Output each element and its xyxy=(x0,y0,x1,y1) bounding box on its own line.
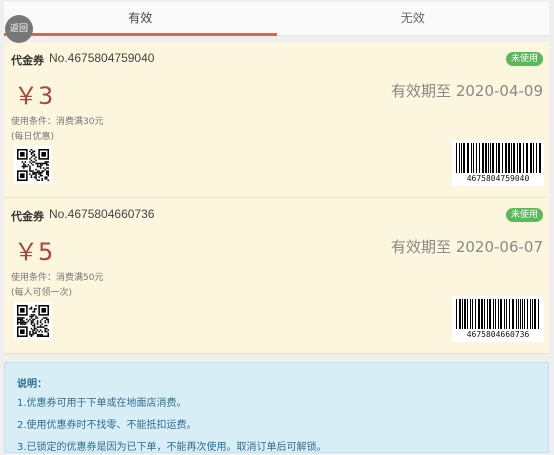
tab-valid[interactable]: 有效 xyxy=(4,2,277,36)
instruction-line: 3.已锁定的优惠券是因为已下单，不能再次使用。取消订单后可解锁。 xyxy=(17,442,327,453)
coupon-number: No.4675804759040 xyxy=(49,51,155,65)
instructions-title: 说明： xyxy=(17,379,47,390)
barcode: 4675804660736 xyxy=(452,296,544,342)
instruction-line: 2.使用优惠券时不找零、不能抵扣运费。 xyxy=(17,420,197,431)
tab-invalid[interactable]: 无效 xyxy=(277,2,550,35)
coupon-condition: 使用条件：消费满30元 xyxy=(11,117,104,127)
coupon-condition: 使用条件：消费满50元 xyxy=(11,273,104,283)
back-button[interactable]: 返回 xyxy=(5,15,33,43)
qr-code xyxy=(14,302,52,340)
coupon-note: (每人可领一次) xyxy=(11,288,73,298)
qr-code xyxy=(14,146,52,184)
coupon-number: No.4675804660736 xyxy=(49,207,155,221)
coupon-card: 代金券 No.4675804759040 未使用 ￥3 有效期至 2020-04… xyxy=(4,42,549,198)
coupon-note: (每日优惠) xyxy=(11,132,55,142)
barcode-number: 4675804759040 xyxy=(466,174,530,183)
status-badge: 未使用 xyxy=(505,208,543,222)
coupon-card: 代金券 No.4675804660736 未使用 ￥5 有效期至 2020-06… xyxy=(4,198,549,354)
coupon-expiry: 有效期至 2020-04-09 xyxy=(391,82,543,100)
barcode: 4675804759040 xyxy=(452,140,544,186)
coupon-list: 代金券 No.4675804759040 未使用 ￥3 有效期至 2020-04… xyxy=(4,42,549,354)
coupon-amount: ￥5 xyxy=(14,238,54,266)
instructions-panel: 说明： 1.优惠券可用于下单或在地面店消费。 2.使用优惠券时不找零、不能抵扣运… xyxy=(4,362,549,453)
barcode-number: 4675804660736 xyxy=(466,330,530,339)
instruction-line: 1.优惠券可用于下单或在地面店消费。 xyxy=(17,398,187,409)
coupon-type: 代金券 xyxy=(11,210,44,223)
coupon-amount: ￥3 xyxy=(14,82,54,110)
status-badge: 未使用 xyxy=(505,52,543,66)
coupon-type: 代金券 xyxy=(11,54,44,67)
coupon-expiry: 有效期至 2020-06-07 xyxy=(391,238,543,256)
tab-bar: 有效 无效 xyxy=(4,2,549,36)
